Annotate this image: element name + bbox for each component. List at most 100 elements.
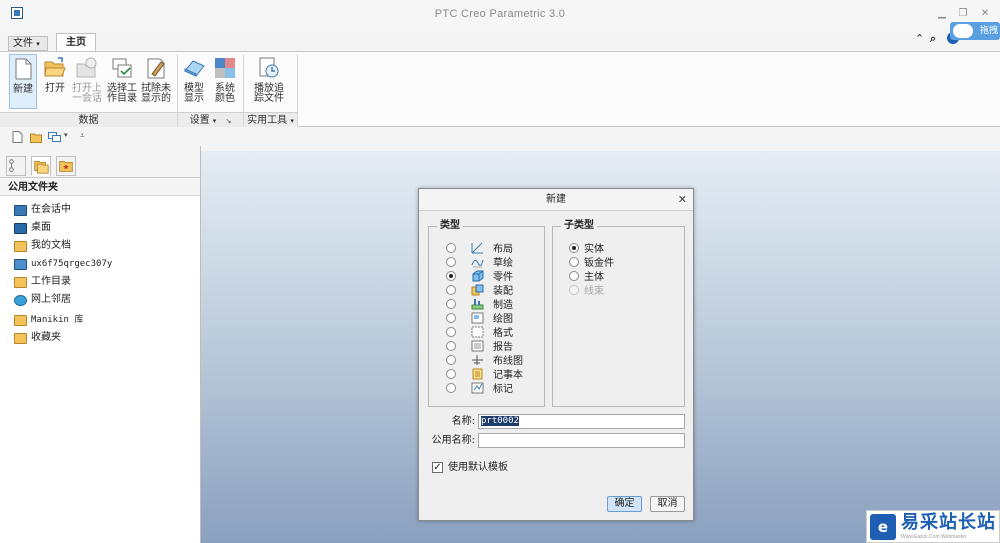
- common-name-input[interactable]: [478, 433, 685, 448]
- open-button-label: 打开: [45, 83, 65, 94]
- model-tree-tab[interactable]: [6, 156, 26, 176]
- folder-label: 网上邻居: [31, 294, 71, 305]
- group-data-label: 数据: [0, 112, 177, 127]
- folder-browser-tab[interactable]: [31, 156, 51, 176]
- radio-button[interactable]: [446, 298, 456, 309]
- radio-button[interactable]: [446, 242, 456, 253]
- type-option-manufacturing[interactable]: 制造: [446, 297, 513, 311]
- folder-label: 在会话中: [31, 204, 71, 215]
- open-button[interactable]: 打开: [42, 56, 68, 94]
- folder-item-network[interactable]: 网上邻居: [14, 292, 71, 308]
- watermark-logo: e: [870, 514, 896, 540]
- manikin-library-icon: [14, 314, 27, 326]
- group-settings[interactable]: 设置 ▾ ↘: [178, 112, 243, 127]
- new-dialog: 新建 ✕ 类型 布局 草绘 零件 装配 制造 绘图 格式 报告 布线图 记事本 …: [418, 188, 694, 521]
- type-option-label: 装配: [493, 286, 513, 297]
- radio-button[interactable]: [446, 340, 456, 351]
- radio-button[interactable]: [446, 382, 456, 393]
- radio-button[interactable]: [446, 354, 456, 365]
- customize-dropdown-icon[interactable]: ⩡: [80, 131, 93, 143]
- tab-home[interactable]: 主页: [56, 33, 96, 52]
- report-icon: [471, 340, 484, 351]
- group-separator: [297, 55, 298, 127]
- restore-icon[interactable]: ❐: [957, 9, 969, 19]
- quick-access-toolbar: [0, 128, 1000, 146]
- chevron-down-icon[interactable]: ▾: [64, 131, 77, 143]
- folder-item-computer[interactable]: ux6f75qrgec307y: [14, 256, 112, 272]
- new-button-label: 新建: [13, 84, 33, 95]
- play-trail-file-label-2: 踪文件: [254, 93, 284, 104]
- radio-button[interactable]: [446, 256, 456, 267]
- close-icon[interactable]: ✕: [678, 194, 687, 205]
- manufacturing-icon: [471, 298, 484, 309]
- type-option-sketch[interactable]: 草绘: [446, 255, 513, 269]
- new-icon[interactable]: [11, 131, 24, 143]
- windows-icon[interactable]: [48, 131, 61, 143]
- minimize-icon[interactable]: ▁: [936, 9, 948, 19]
- desktop-icon: [14, 222, 27, 234]
- type-option-diagram[interactable]: 布线图: [446, 353, 523, 367]
- folder-item-manikin-library[interactable]: Manikin 库: [14, 312, 83, 328]
- new-button[interactable]: 新建: [9, 54, 37, 109]
- cancel-button[interactable]: 取消: [650, 496, 685, 512]
- type-option-notebook[interactable]: 记事本: [446, 367, 523, 381]
- type-option-format[interactable]: 格式: [446, 325, 513, 339]
- title-bar: PTC Creo Parametric 3.0 ▁ ❐ ✕: [0, 0, 1000, 30]
- folder-item-in-session[interactable]: 在会话中: [14, 202, 71, 218]
- type-option-drawing[interactable]: 绘图: [446, 311, 513, 325]
- tab-file[interactable]: 文件 ▾: [8, 36, 48, 51]
- use-default-template-checkbox[interactable]: ✓: [432, 462, 443, 473]
- subtype-option-label: 实体: [584, 244, 604, 255]
- cloud-icon: [953, 24, 973, 38]
- favorites-tab[interactable]: [56, 156, 76, 176]
- erase-not-displayed-button[interactable]: 拭除未 显示的: [140, 56, 172, 104]
- radio-button[interactable]: [446, 326, 456, 337]
- radio-button[interactable]: [446, 368, 456, 379]
- group-utilities-label: 实用工具: [247, 115, 288, 126]
- dialog-launcher-icon[interactable]: ↘: [226, 117, 232, 125]
- common-name-label: 公用名称:: [431, 435, 475, 446]
- window-title: PTC Creo Parametric 3.0: [434, 8, 566, 20]
- name-input[interactable]: prt0002: [478, 414, 685, 429]
- folder-item-desktop[interactable]: 桌面: [14, 220, 51, 236]
- radio-button[interactable]: [446, 270, 456, 281]
- folder-item-working-directory[interactable]: 工作目录: [14, 274, 71, 290]
- close-icon[interactable]: ✕: [979, 9, 991, 19]
- group-utilities[interactable]: 实用工具 ▾: [244, 112, 297, 127]
- type-option-report[interactable]: 报告: [446, 339, 513, 353]
- system-colors-button[interactable]: 系统 颜色: [212, 56, 238, 104]
- chevron-down-icon: ▾: [290, 117, 294, 125]
- type-option-markup[interactable]: 标记: [446, 381, 513, 395]
- in-session-icon: [14, 204, 27, 216]
- model-tree-icon: [9, 159, 14, 172]
- ok-button[interactable]: 确定: [607, 496, 642, 512]
- select-working-directory-button[interactable]: 选择工 作目录: [106, 56, 138, 104]
- radio-button: [569, 284, 579, 295]
- working-directory-icon: [14, 276, 27, 288]
- type-option-layout[interactable]: 布局: [446, 241, 513, 255]
- type-option-label: 格式: [493, 328, 513, 339]
- radio-button[interactable]: [446, 312, 456, 323]
- subtype-option-sheetmetal[interactable]: 钣金件: [569, 255, 614, 269]
- subtype-option-solid[interactable]: 实体: [569, 241, 604, 255]
- type-option-part[interactable]: 零件: [446, 269, 513, 283]
- open-last-session-icon: [76, 57, 97, 78]
- subtype-option-bulk[interactable]: 主体: [569, 269, 604, 283]
- folder-item-my-documents[interactable]: 我的文档: [14, 238, 71, 254]
- radio-button[interactable]: [446, 284, 456, 295]
- graphics-top-strip: [201, 146, 1000, 151]
- model-display-button[interactable]: 模型 显示: [180, 56, 208, 104]
- play-trail-file-button[interactable]: 播放追 踪文件: [252, 56, 286, 104]
- type-option-label: 绘图: [493, 314, 513, 325]
- radio-button[interactable]: [569, 270, 579, 281]
- type-option-assembly[interactable]: 装配: [446, 283, 513, 297]
- radio-button[interactable]: [569, 256, 579, 267]
- collapse-ribbon-icon[interactable]: ⌃: [915, 32, 924, 45]
- open-icon[interactable]: [30, 131, 43, 143]
- radio-button[interactable]: [569, 242, 579, 253]
- type-group-legend: 类型: [437, 220, 463, 232]
- open-last-session-button[interactable]: 打开上 一会话: [71, 56, 103, 104]
- folder-item-favorites[interactable]: 收藏夹: [14, 330, 61, 346]
- chevron-down-icon: ▾: [212, 117, 217, 125]
- search-icon[interactable]: ⌕: [930, 32, 936, 46]
